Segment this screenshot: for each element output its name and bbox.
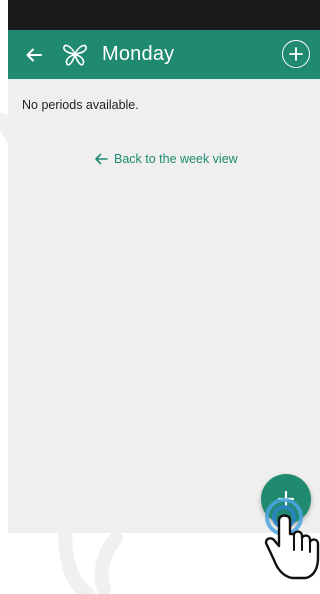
plus-circle-icon (289, 47, 303, 61)
butterfly-logo-icon (60, 40, 90, 70)
back-button[interactable] (22, 43, 46, 67)
empty-state-message: No periods available. (22, 98, 139, 112)
back-link-label: Back to the week view (114, 152, 238, 166)
app-bar: Monday (8, 30, 320, 79)
arrow-left-icon (95, 153, 108, 165)
arrow-left-icon (26, 48, 42, 61)
page-title: Monday (102, 43, 175, 65)
add-period-button[interactable] (282, 40, 310, 68)
status-bar (8, 0, 320, 30)
screen: Monday No periods available. Back to the… (0, 0, 320, 594)
back-to-week-link[interactable]: Back to the week view (94, 152, 238, 166)
floating-add-button[interactable] (261, 474, 311, 524)
phone-screen: Monday No periods available. Back to the… (8, 0, 320, 533)
plus-icon (277, 490, 295, 508)
